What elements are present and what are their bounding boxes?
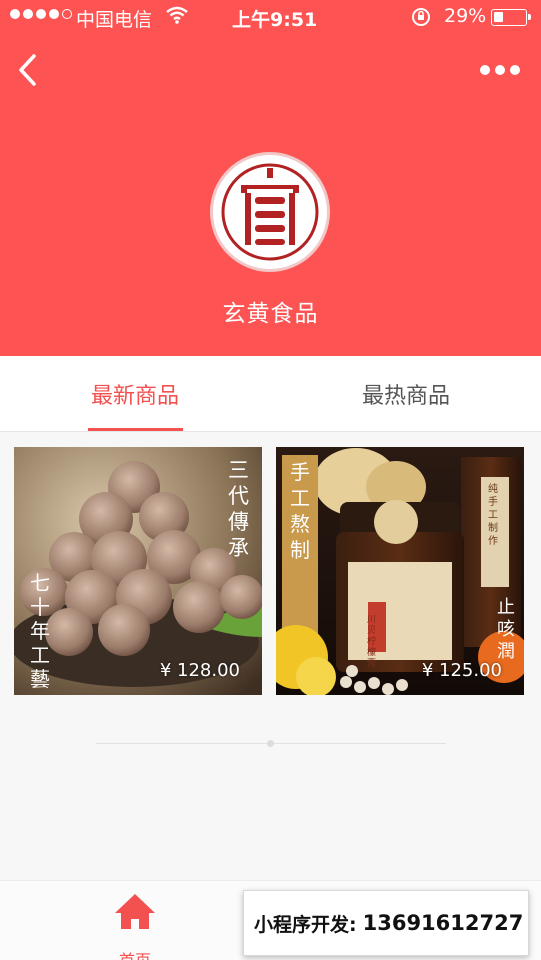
dot-icon <box>480 65 490 75</box>
chevron-left-icon <box>19 54 36 86</box>
wifi-icon <box>166 6 188 29</box>
product-card-meatballs[interactable]: 三代傳承 七十年工藝 ¥ 128.00 <box>14 447 262 695</box>
product-card-lemon-paste[interactable]: 手工熬制 川贝柠檬膏 止咳潤 纯手工制作 ¥ 125.00 <box>276 447 524 695</box>
tab-newest[interactable]: 最新商品 <box>0 356 270 432</box>
rotation-lock-icon <box>410 6 432 33</box>
shop-logo <box>210 152 330 272</box>
more-options-button[interactable] <box>476 56 524 84</box>
product-image-slogan: 手工熬制 <box>290 460 310 562</box>
clock: 上午9:51 <box>232 9 318 31</box>
product-image-label: 川贝柠檬膏 <box>367 615 377 669</box>
divider-dot <box>267 740 274 747</box>
tab-hottest[interactable]: 最热商品 <box>271 356 541 432</box>
dot-icon <box>510 65 520 75</box>
product-image-slogan-secondary: 七十年工藝 <box>30 571 50 691</box>
nav-home[interactable]: 首页 <box>100 889 170 960</box>
signal-strength-icon <box>10 9 72 19</box>
carrier-name: 中国电信 <box>76 9 153 31</box>
battery-icon <box>491 9 531 26</box>
promo-banner: 小程序开发: 13691612727 <box>243 890 529 956</box>
shop-name: 玄黄食品 <box>222 301 319 327</box>
seal-logo-icon <box>221 163 319 261</box>
product-tabs: 最新商品 最热商品 <box>0 356 541 432</box>
nav-home-label: 首页 <box>100 947 170 960</box>
status-bar: 中国电信 上午9:51 29% <box>0 0 541 36</box>
product-image-jar-label: 纯手工制作 <box>488 484 498 547</box>
product-image-slogan-secondary: 止咳潤 <box>497 597 515 662</box>
home-icon <box>115 894 155 929</box>
shop-header: 中国电信 上午9:51 29% 玄黄食品 <box>0 0 541 356</box>
back-button[interactable] <box>12 50 48 90</box>
active-tab-indicator <box>88 428 183 431</box>
product-price: ¥ 128.00 <box>159 660 240 681</box>
product-price: ¥ 125.00 <box>421 660 502 681</box>
product-image-slogan: 三代傳承 <box>228 458 249 560</box>
promo-label: 小程序开发: <box>254 913 357 936</box>
battery-percentage: 29% <box>444 5 487 27</box>
dot-icon <box>495 65 505 75</box>
promo-phone: 13691612727 <box>362 911 524 935</box>
